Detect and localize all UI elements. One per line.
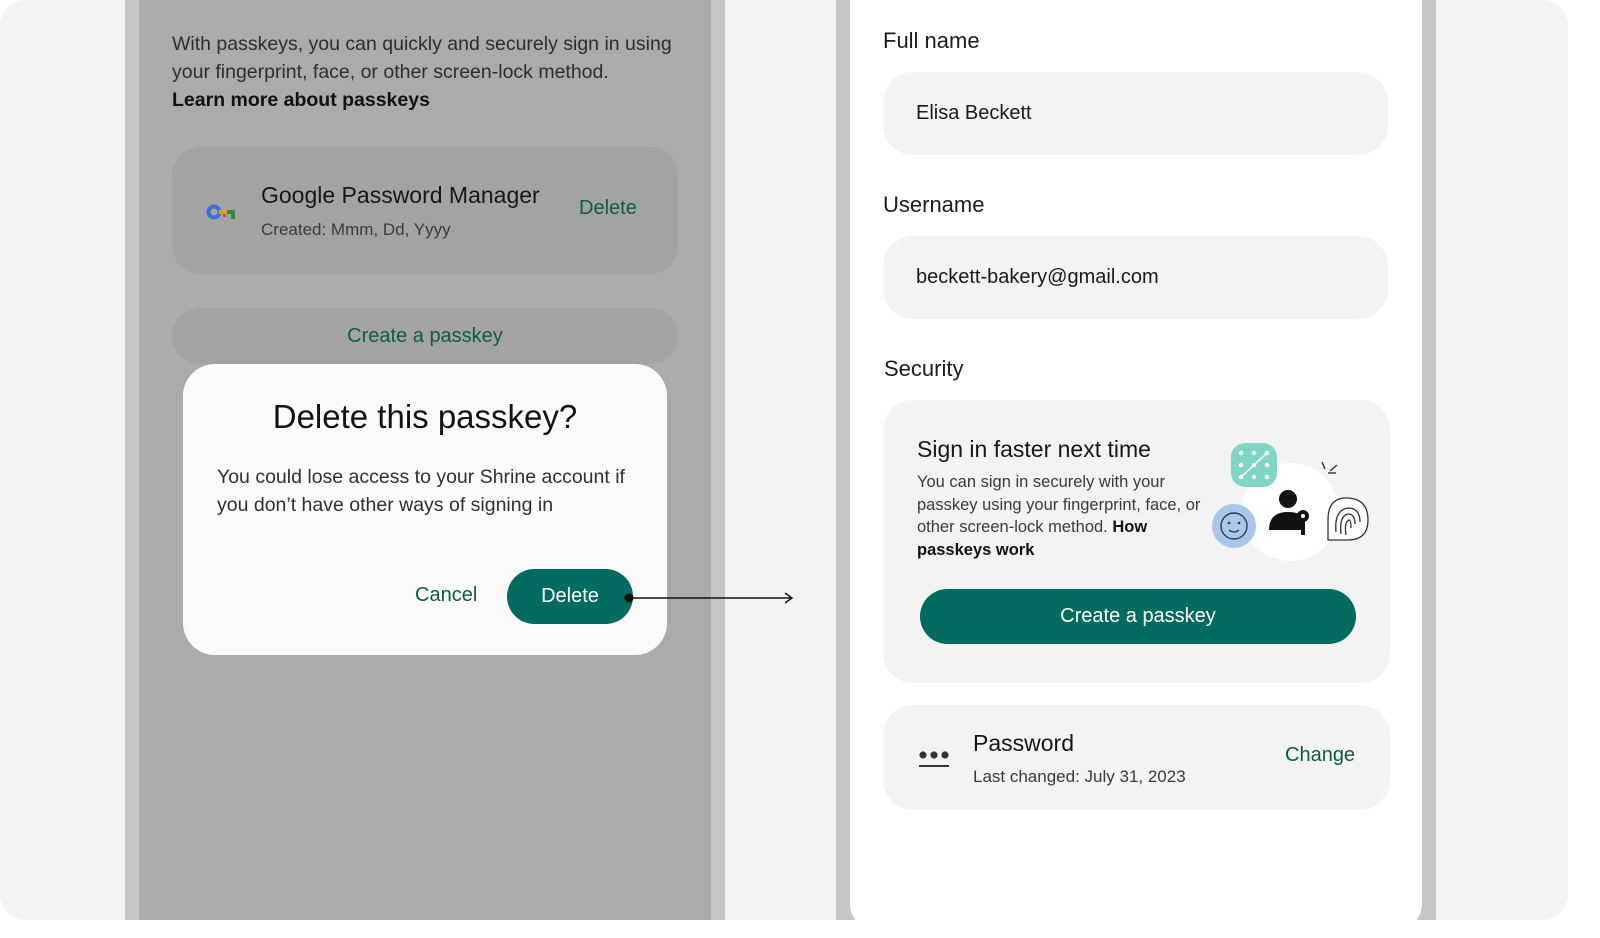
create-passkey-button[interactable]: Create a passkey <box>920 589 1356 644</box>
password-last-changed: Last changed: July 31, 2023 <box>973 767 1186 786</box>
passkey-promo-title: Sign in faster next time <box>917 436 1151 462</box>
username-label: Username <box>883 192 985 217</box>
flow-arrow <box>624 592 794 604</box>
full-name-value: Elisa Beckett <box>916 102 1032 124</box>
security-label: Security <box>884 356 964 381</box>
credential-created-date: Created: Mmm, Dd, Yyyy <box>261 220 451 239</box>
change-password-button[interactable]: Change <box>1285 744 1355 767</box>
create-passkey-button-dimmed[interactable]: Create a passkey <box>172 308 678 364</box>
passkeys-intro: With passkeys, you can quickly and secur… <box>172 30 692 114</box>
face-unlock-icon <box>1212 504 1256 548</box>
dialog-cancel-button[interactable]: Cancel <box>415 584 477 607</box>
full-name-label: Full name <box>883 28 980 53</box>
passkey-promo-text: You can sign in securely with your passk… <box>917 473 1201 536</box>
credential-title: Google Password Manager <box>261 182 540 208</box>
credential-delete-button[interactable]: Delete <box>579 197 637 220</box>
pattern-lock-icon <box>1231 443 1277 487</box>
canvas: With passkeys, you can quickly and secur… <box>0 0 1568 920</box>
intro-text: With passkeys, you can quickly and secur… <box>172 33 672 83</box>
sparkle-icon <box>1321 461 1338 474</box>
dialog-body: You could lose access to your Shrine acc… <box>217 466 625 516</box>
password-title: Password <box>973 730 1074 756</box>
dialog-delete-button[interactable]: Delete <box>507 569 633 624</box>
passkey-illustration <box>1212 443 1369 561</box>
passkey-promo-body: You can sign in securely with your passk… <box>917 471 1207 561</box>
password-dots-icon <box>919 751 949 767</box>
fingerprint-icon <box>1327 497 1369 541</box>
learn-more-link[interactable]: Learn more about passkeys <box>172 86 692 114</box>
key-icon <box>206 204 235 220</box>
dialog-title: Delete this passkey? <box>272 398 578 435</box>
username-value: beckett-bakery@gmail.com <box>916 266 1159 288</box>
